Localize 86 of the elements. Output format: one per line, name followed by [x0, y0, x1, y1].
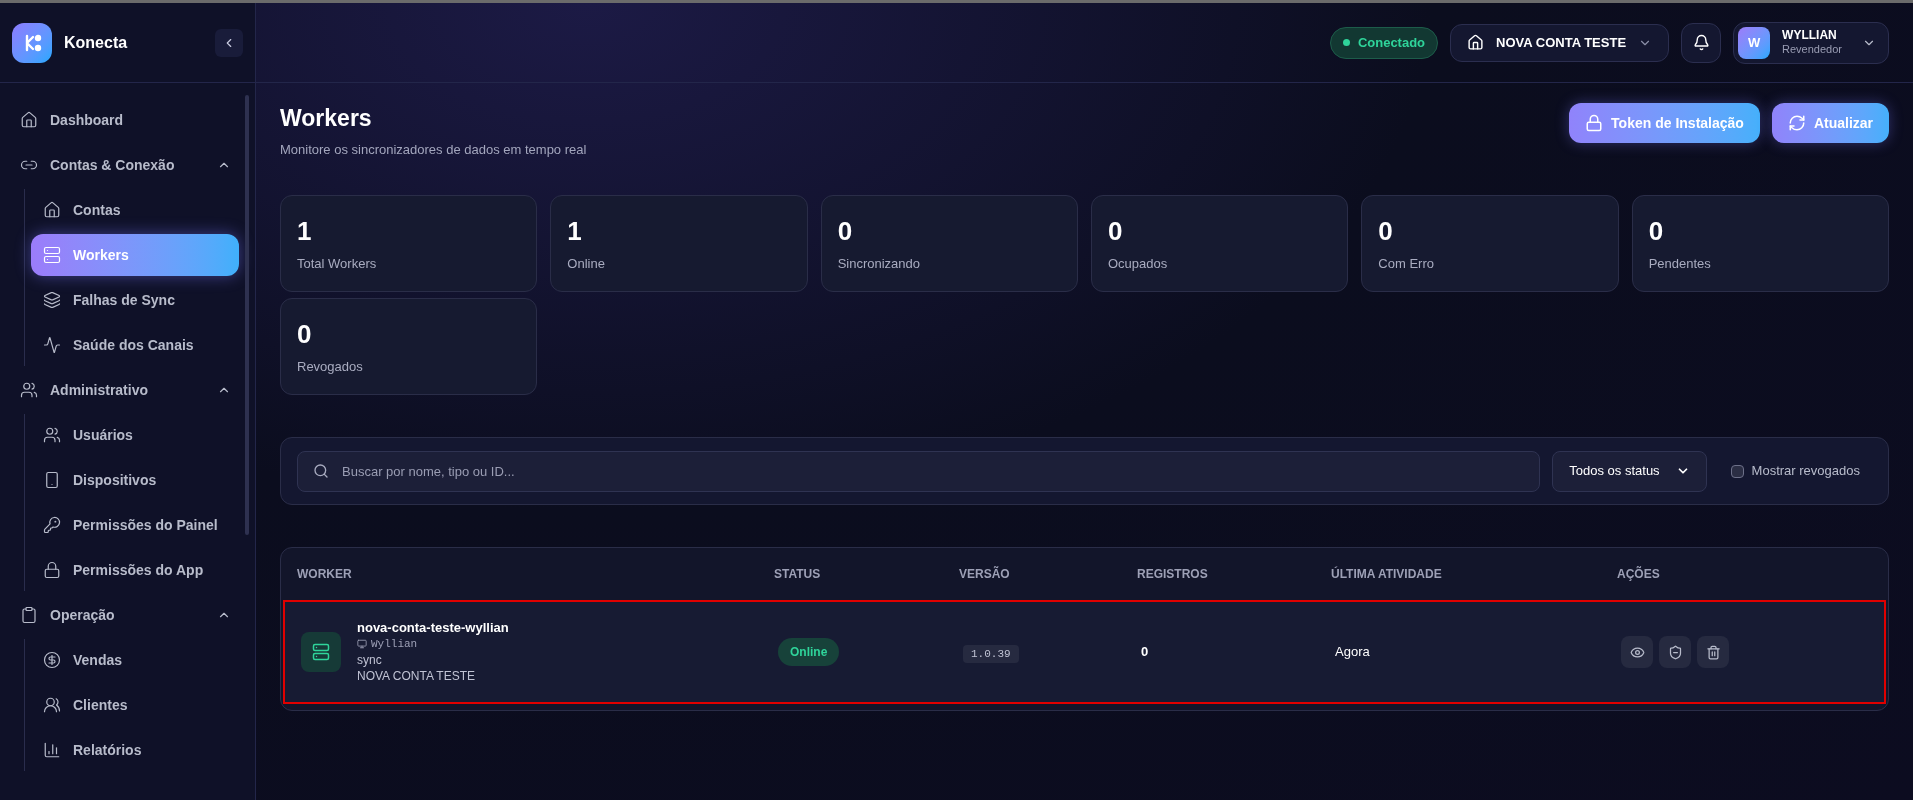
nav-item[interactable]: Permissões do App — [31, 549, 239, 591]
nav-item[interactable]: Permissões do Painel — [31, 504, 239, 546]
version-tag: 1.0.39 — [963, 645, 1019, 663]
stat-label: Online — [567, 255, 606, 273]
nav-item[interactable]: Relatórios — [31, 729, 239, 771]
users-icon — [20, 381, 38, 399]
worker-host: Wyllian — [371, 637, 418, 652]
nav-group[interactable]: Administrativo — [12, 369, 239, 411]
nav-item[interactable]: Dispositivos — [31, 459, 239, 501]
account-select[interactable]: NOVA CONTA TESTE — [1450, 23, 1670, 62]
trash-icon — [1705, 644, 1721, 660]
stat-value: 1 — [567, 218, 583, 244]
lock-icon — [1585, 114, 1604, 132]
dollar-icon — [43, 651, 61, 669]
revoke-button[interactable] — [1659, 636, 1691, 668]
stat-value: 1 — [297, 218, 313, 244]
nav-group[interactable]: Contas & Conexão — [12, 144, 239, 186]
column-header: VERSÃO — [959, 565, 1011, 583]
nav-item[interactable]: Vendas — [31, 639, 239, 681]
server-icon — [43, 246, 61, 264]
nav-item[interactable]: Saúde dos Canais — [31, 324, 239, 366]
logo-icon — [12, 22, 52, 63]
stat-label: Revogados — [297, 358, 364, 376]
host-icon — [357, 639, 367, 649]
nav-group[interactable]: Operação — [12, 594, 239, 636]
clipboard-icon — [20, 606, 38, 624]
phone-icon — [43, 471, 61, 489]
nav-item[interactable]: Falhas de Sync — [31, 279, 239, 321]
column-header: AÇÕES — [1617, 565, 1661, 583]
revoked-checkbox[interactable] — [1730, 464, 1744, 478]
status-select[interactable]: Todos os status — [1552, 450, 1707, 492]
user-role: Revendedor — [1782, 43, 1842, 57]
page-title: Workers — [280, 104, 373, 133]
stat-label: Pendentes — [1648, 255, 1712, 273]
search-field[interactable]: Buscar por nome, tipo ou ID... — [297, 450, 1541, 492]
column-header: WORKER — [297, 566, 353, 583]
records-count: 0 — [1141, 643, 1150, 662]
worker-name: nova-conta-teste-wyllian — [357, 620, 509, 636]
worker-type: sync — [357, 652, 383, 668]
nav-item[interactable]: Usuários — [31, 414, 239, 456]
bar-chart-icon — [43, 741, 61, 759]
nav-item[interactable]: Contas — [31, 189, 239, 231]
house-icon — [20, 111, 38, 129]
worker-account: NOVA CONTA TESTE — [357, 668, 477, 684]
users-icon — [43, 426, 61, 444]
key-icon — [43, 516, 61, 534]
user-name: WYLLIAN — [1782, 28, 1837, 44]
stat-label: Sincronizando — [837, 255, 922, 273]
nav-item[interactable]: Clientes — [31, 684, 239, 726]
search-icon — [313, 462, 329, 479]
column-header: STATUS — [774, 566, 822, 583]
lock-icon — [43, 561, 61, 579]
stat-label: Ocupados — [1108, 255, 1169, 273]
house-icon — [1467, 34, 1485, 51]
nav-item[interactable]: Dashboard — [12, 99, 239, 141]
column-header: ÚLTIMA ATIVIDADE — [1331, 565, 1443, 583]
server-icon — [301, 632, 341, 672]
page-subtitle: Monitore os sincronizadores de dados em tempo real — [280, 140, 587, 159]
stat-value: 0 — [1378, 218, 1394, 244]
stat-label: Com Erro — [1378, 255, 1435, 273]
house-icon — [43, 201, 61, 219]
table-row[interactable]: nova-conta-teste-wyllian Wyllian sync NOVA CONTA TESTE Online 1.0.39 0 Agora — [283, 600, 1886, 704]
stat-value: 0 — [1648, 218, 1665, 244]
last-activity: Agora — [1335, 643, 1371, 662]
shield-icon — [1667, 644, 1683, 660]
stat-label: Total Workers — [297, 255, 378, 273]
bell-icon — [1692, 34, 1710, 51]
refresh-icon — [1787, 114, 1806, 132]
status-badge: Online — [778, 638, 840, 666]
brand-name: Konecta — [64, 32, 129, 53]
eye-icon — [1629, 644, 1645, 660]
column-header: REGISTROS — [1137, 566, 1209, 583]
stat-value: 0 — [837, 218, 854, 244]
user-avatar: W — [1738, 26, 1771, 59]
delete-button[interactable] — [1697, 636, 1729, 668]
layers-icon — [43, 291, 61, 309]
connection-badge: Conectado — [1329, 26, 1439, 59]
scrollbar[interactable] — [245, 95, 249, 535]
view-button[interactable] — [1621, 636, 1653, 668]
stat-value: 0 — [1108, 218, 1124, 244]
stat-value: 0 — [297, 321, 313, 347]
user-menu[interactable]: W WYLLIAN Revendedor — [1733, 21, 1889, 64]
group-icon — [43, 696, 61, 714]
pulse-icon — [43, 336, 61, 354]
notifications-button[interactable] — [1681, 22, 1722, 63]
checkbox-label: Mostrar revogados — [1751, 462, 1860, 481]
